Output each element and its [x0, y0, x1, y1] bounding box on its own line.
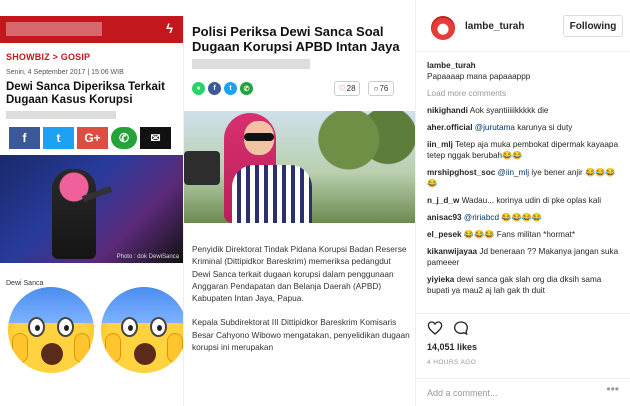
post-image: ϟ SHOWBIZ > GOSIP Senin, 4 September 201… — [0, 0, 415, 406]
comment-input[interactable] — [427, 385, 607, 401]
avatar[interactable] — [431, 16, 455, 40]
social-icons: ● f t ✆ — [192, 82, 253, 95]
comment-username[interactable]: mrshipghost_soc — [427, 168, 495, 177]
comment-form: ••• — [416, 378, 630, 406]
comment-username[interactable]: aher.official — [427, 123, 473, 132]
like-count[interactable]: 14,051 likes — [427, 342, 477, 352]
article-header-bar: ϟ — [0, 16, 183, 43]
mail-icon: ✉ — [140, 127, 171, 149]
singer-photo: Photo : dok DewiSanca — [0, 155, 183, 263]
following-button[interactable]: Following — [563, 15, 623, 37]
comment-count: ○ 76 — [368, 81, 394, 96]
comment-item: aher.official @jurutama karunya si duty — [427, 122, 623, 133]
screaming-face-emoji — [8, 287, 94, 373]
comment-username[interactable]: nikighandi — [427, 106, 468, 115]
comment-icon: ○ — [373, 84, 379, 93]
article-paragraph: Kepala Subdirektorat III Dittipidkor Bar… — [192, 317, 410, 353]
blurred-author — [6, 111, 116, 119]
like-count: ♡ 28 — [334, 81, 360, 96]
photo-caption: Dewi Sanca — [6, 280, 44, 287]
article-category: SHOWBIZ > GOSIP — [6, 52, 91, 62]
heart-icon: ♡ — [338, 84, 346, 93]
comment-text: 😂😂😂 Fans militan *hormat* — [463, 230, 576, 239]
comment-text: Wadau... korinya udin di pke oplas kali — [461, 196, 602, 205]
comment-item: n_j_d_w Wadau... korinya udin di pke opl… — [427, 195, 623, 206]
singer-figure — [52, 169, 96, 259]
photo-credit: Photo : dok DewiSanca — [116, 254, 179, 260]
bolt-icon: ϟ — [166, 21, 173, 36]
blurred-author — [192, 59, 310, 69]
whatsapp-icon: ✆ — [111, 127, 137, 149]
comment-mention[interactable]: @jurutama — [475, 123, 515, 132]
comment-text: Tetep aja muka pembokat dipermak kayaapa… — [427, 140, 619, 160]
screaming-face-emoji — [101, 287, 187, 373]
comment-text: 😂😂😂😂 — [499, 213, 543, 222]
comment-username[interactable]: kikanwijayaa — [427, 247, 477, 256]
comment-text: dewi sanca gak slah org dia dksih sama b… — [427, 275, 602, 295]
post-sidebar: lambe_turah Following lambe_turah Papaaa… — [415, 0, 630, 406]
article-paragraph: Penyidik Direktorat Tindak Pidana Korups… — [192, 244, 407, 304]
heart-icon[interactable] — [427, 320, 443, 336]
article-date: Senin, 4 September 2017 | 15:06 WIB — [6, 69, 124, 76]
comment-item: nikighandi Aok syantiiiiikkkkk die — [427, 105, 623, 116]
caption-username[interactable]: lambe_turah — [427, 61, 476, 70]
blurred-logo — [6, 22, 102, 36]
comment-mention[interactable]: @iin_mlj — [498, 168, 530, 177]
article-title: Polisi Periksa Dewi Sanca Soal Dugaan Ko… — [192, 24, 400, 54]
comment-username[interactable]: iin_mlj — [427, 140, 453, 149]
twitter-icon: t — [224, 82, 237, 95]
article-body: Penyidik Direktorat Tindak Pidana Korups… — [192, 243, 410, 365]
comment-item: yiyieka dewi sanca gak slah org dia dksi… — [427, 274, 623, 296]
caption-text: Papaaaap mana papaaappp — [427, 72, 531, 81]
comment-item: el_pesek 😂😂😂 Fans militan *hormat* — [427, 229, 623, 240]
whatsapp-icon: ✆ — [240, 82, 253, 95]
twitter-icon: t — [43, 127, 74, 149]
comment-item: iin_mlj Tetep aja muka pembokat dipermak… — [427, 139, 623, 161]
username-link[interactable]: lambe_turah — [465, 21, 524, 32]
comment-username[interactable]: el_pesek — [427, 230, 462, 239]
line-icon: ● — [192, 82, 205, 95]
comment-mention[interactable]: @ririabcd — [464, 213, 499, 222]
comment-icon[interactable] — [453, 320, 469, 336]
comment-text: karunya si duty — [514, 123, 573, 132]
google-plus-icon: G+ — [77, 127, 108, 149]
comment-username[interactable]: n_j_d_w — [427, 196, 459, 205]
share-buttons: f t G+ ✆ ✉ — [9, 127, 171, 149]
load-more-comments[interactable]: Load more comments — [427, 88, 623, 99]
action-bar — [416, 313, 630, 339]
comments-list: lambe_turah Papaaaap mana papaaappp Load… — [427, 60, 623, 308]
post-header: lambe_turah Following — [416, 0, 630, 52]
news-photo — [184, 111, 415, 223]
facebook-icon: f — [9, 127, 40, 149]
comment-item: anisac93 @ririabcd 😂😂😂😂 — [427, 212, 623, 223]
more-options-icon[interactable]: ••• — [606, 382, 619, 396]
comment-item: kikanwijayaa Jd beneraan ?? Makanya jang… — [427, 246, 623, 268]
timestamp[interactable]: 4 HOURS AGO — [427, 359, 476, 366]
caption: lambe_turah Papaaaap mana papaaappp — [427, 60, 623, 82]
comment-item: mrshipghost_soc @iin_mlj iye bener anjir… — [427, 167, 623, 189]
comment-username[interactable]: anisac93 — [427, 213, 462, 222]
article-screenshot-right: Polisi Periksa Dewi Sanca Soal Dugaan Ko… — [183, 16, 415, 406]
comment-text: Aok syantiiiiikkkkk die — [469, 106, 549, 115]
comment-username[interactable]: yiyieka — [427, 275, 454, 284]
article-title: Dewi Sanca Diperiksa Terkait Dugaan Kasu… — [6, 81, 165, 106]
facebook-icon: f — [208, 82, 221, 95]
